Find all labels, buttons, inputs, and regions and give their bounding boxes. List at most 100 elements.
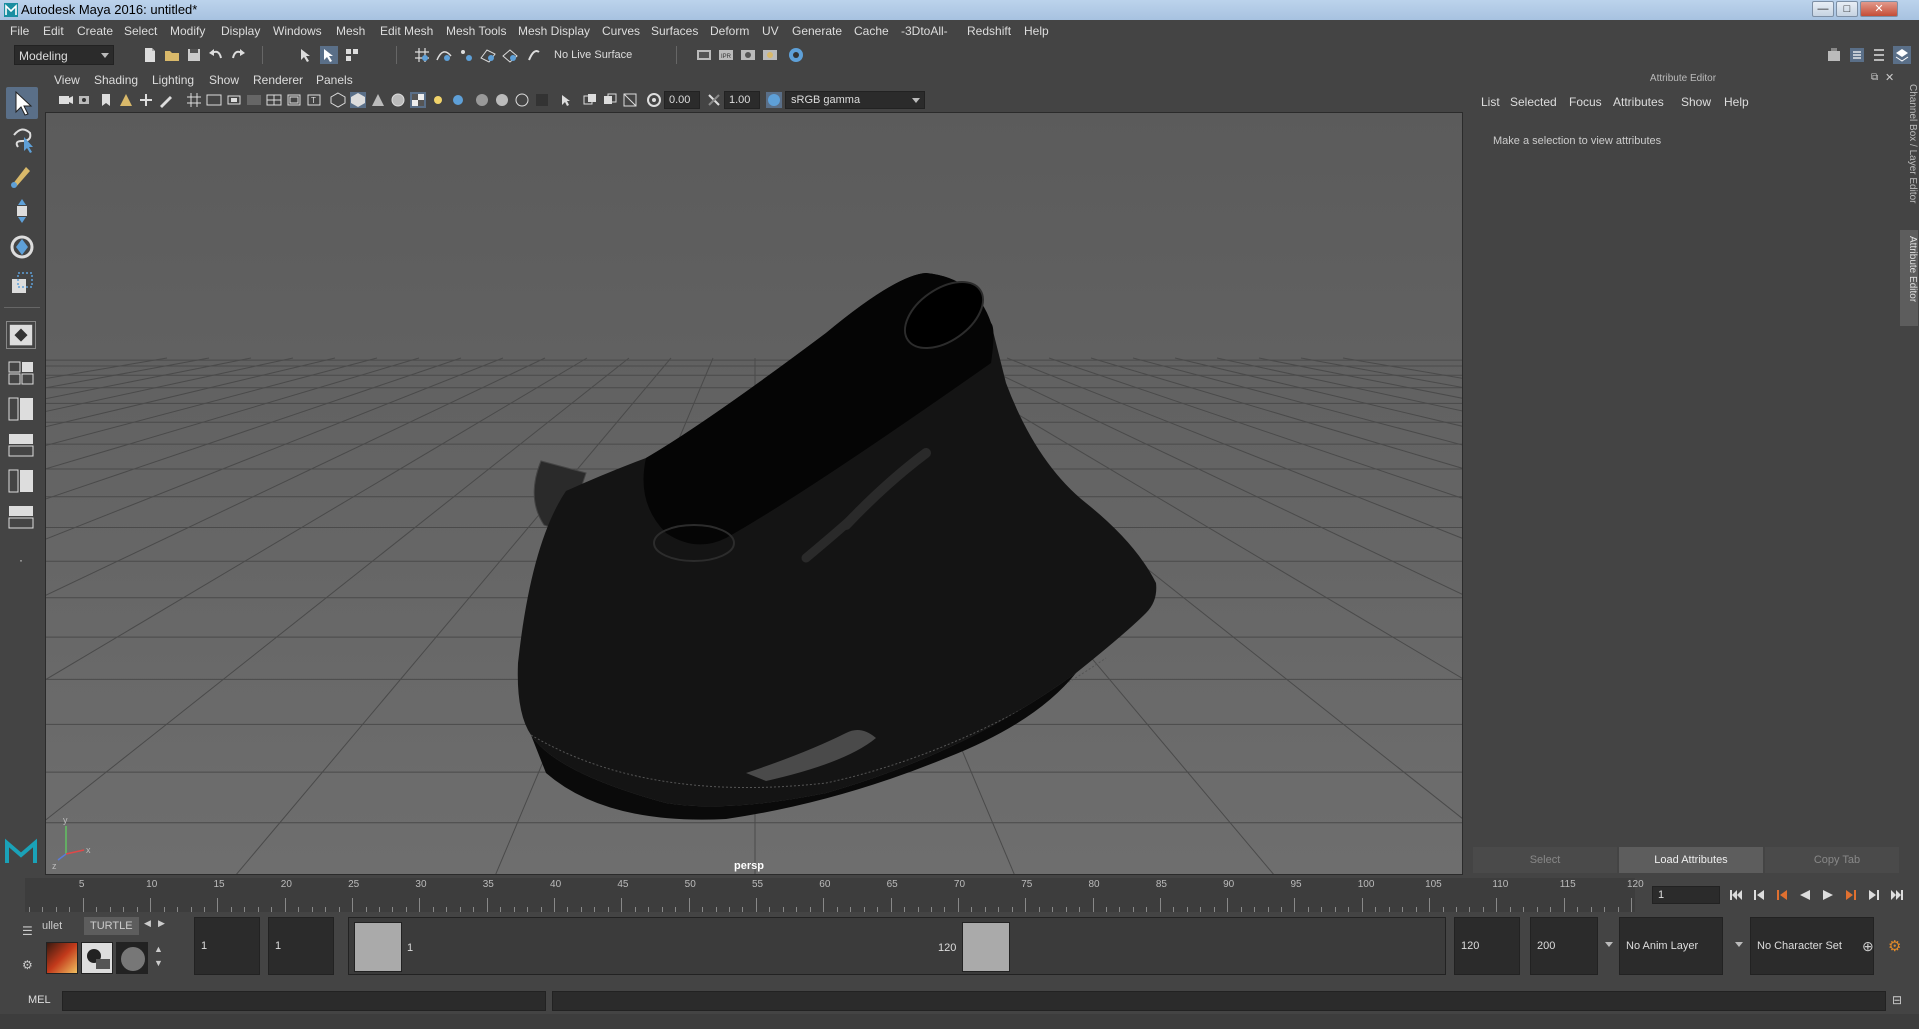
save-scene-icon[interactable] — [185, 46, 203, 64]
wireframe-on-shaded-icon[interactable] — [390, 92, 406, 108]
attr-menu-list[interactable]: List — [1481, 95, 1500, 109]
step-back-key-icon[interactable] — [1751, 887, 1767, 903]
attribute-editor-toggle-icon[interactable] — [1848, 46, 1866, 64]
shelf-tab-bullet[interactable]: ullet — [36, 917, 68, 935]
film-gate-icon[interactable] — [206, 92, 222, 108]
time-slider[interactable]: 5 10 15 20 25 30 35 40 45 50 55 60 65 70 75 80 85 90 95 100… — [25, 878, 1644, 912]
turtle-render-icon[interactable] — [46, 942, 78, 974]
float-panel-icon[interactable]: ⧉ — [1871, 72, 1878, 83]
lasso-tool-icon[interactable] — [6, 123, 38, 155]
select-camera-icon[interactable] — [58, 92, 74, 108]
persp-graph-layout-icon[interactable] — [6, 431, 36, 459]
render-settings-icon[interactable] — [739, 46, 757, 64]
modeling-toolkit-icon[interactable] — [1825, 46, 1843, 64]
undo-icon[interactable] — [207, 46, 225, 64]
menu-deform[interactable]: Deform — [710, 24, 749, 38]
tab-channel-box[interactable]: Channel Box / Layer Editor — [1900, 78, 1918, 220]
gamma-icon[interactable] — [706, 92, 722, 108]
menu-generate[interactable]: Generate — [792, 24, 842, 38]
motion-blur-icon[interactable] — [494, 92, 510, 108]
snap-to-view-plane-icon[interactable] — [479, 46, 497, 64]
xray-joints-icon[interactable] — [602, 92, 618, 108]
redo-icon[interactable] — [229, 46, 247, 64]
menu-cache[interactable]: Cache — [854, 24, 889, 38]
select-tool-icon[interactable] — [6, 87, 38, 119]
shelf-menu-icon[interactable]: ☰ — [22, 924, 33, 938]
menu-help[interactable]: Help — [1024, 24, 1049, 38]
close-panel-icon[interactable]: ✕ — [1885, 71, 1894, 84]
menu-uv[interactable]: UV — [762, 24, 779, 38]
snap-to-grid-icon[interactable] — [413, 46, 431, 64]
mouse-model[interactable] — [517, 268, 1157, 820]
safe-action-icon[interactable] — [286, 92, 302, 108]
attr-menu-selected[interactable]: Selected — [1510, 95, 1557, 109]
playback-end-field[interactable]: 120 — [1454, 917, 1520, 975]
menu-file[interactable]: File — [10, 24, 29, 38]
panel-menu-view[interactable]: View — [54, 73, 80, 87]
menu-edit[interactable]: Edit — [43, 24, 64, 38]
snap-to-curve-icon[interactable] — [435, 46, 453, 64]
panel-menu-lighting[interactable]: Lighting — [152, 73, 194, 87]
range-slider[interactable] — [348, 917, 1446, 975]
turtle-baking-icon[interactable] — [81, 942, 113, 974]
color-management-icon[interactable] — [766, 92, 782, 108]
ipr-render-icon[interactable]: IPR — [717, 46, 735, 64]
view-transform-dropdown[interactable]: sRGB gamma — [785, 91, 925, 109]
shelf-up-icon[interactable]: ▲ — [154, 944, 163, 954]
menu-3dtoall[interactable]: -3DtoAll- — [901, 24, 948, 38]
snap-to-surface-icon[interactable] — [501, 46, 519, 64]
viewport-3d[interactable]: y x z persp — [45, 112, 1463, 875]
go-to-start-icon[interactable] — [1728, 887, 1744, 903]
minimize-button[interactable]: — — [1812, 1, 1834, 17]
command-input[interactable] — [62, 991, 546, 1011]
persp-outliner-layout-icon[interactable] — [6, 395, 36, 423]
attr-menu-attributes[interactable]: Attributes — [1613, 95, 1664, 109]
select-by-component-icon[interactable] — [343, 46, 361, 64]
step-forward-frame-icon[interactable] — [1843, 887, 1859, 903]
channel-box-icon[interactable] — [1893, 46, 1911, 64]
xray-icon[interactable] — [582, 92, 598, 108]
panel-menu-shading[interactable]: Shading — [94, 73, 138, 87]
load-attributes-button[interactable]: Load Attributes — [1619, 847, 1763, 873]
grid-icon[interactable] — [186, 92, 202, 108]
playback-start-field[interactable]: 1 — [268, 917, 334, 975]
menu-mesh-display[interactable]: Mesh Display — [518, 24, 590, 38]
field-chart-icon[interactable] — [266, 92, 282, 108]
image-plane-icon[interactable] — [118, 92, 134, 108]
live-surface-label[interactable]: No Live Surface — [550, 46, 640, 64]
tool-settings-icon[interactable] — [1870, 46, 1888, 64]
menu-select[interactable]: Select — [124, 24, 157, 38]
snap-to-point-icon[interactable] — [457, 46, 475, 64]
move-tool-icon[interactable] — [6, 195, 38, 227]
menu-windows[interactable]: Windows — [273, 24, 322, 38]
camera-attributes-icon[interactable] — [78, 92, 94, 108]
step-back-frame-icon[interactable] — [1774, 887, 1790, 903]
range-start-handle[interactable] — [354, 922, 402, 972]
shadows-icon[interactable] — [450, 92, 466, 108]
animation-preferences-icon[interactable]: ⚙ — [1888, 937, 1901, 955]
menu-mesh-tools[interactable]: Mesh Tools — [446, 24, 506, 38]
render-current-frame-icon[interactable] — [695, 46, 713, 64]
select-by-object-icon[interactable] — [320, 46, 338, 64]
command-language-label[interactable]: MEL — [28, 994, 51, 1006]
step-forward-key-icon[interactable] — [1866, 887, 1882, 903]
menu-surfaces[interactable]: Surfaces — [651, 24, 698, 38]
wireframe-icon[interactable] — [330, 92, 346, 108]
chevron-down-icon[interactable] — [1735, 942, 1743, 947]
attr-menu-focus[interactable]: Focus — [1569, 95, 1602, 109]
render-view-icon[interactable] — [787, 46, 805, 64]
menu-curves[interactable]: Curves — [602, 24, 640, 38]
isolate-select-icon[interactable] — [558, 92, 574, 108]
depth-of-field-icon[interactable] — [534, 92, 550, 108]
gate-mask-icon[interactable] — [246, 92, 262, 108]
default-lighting-icon[interactable] — [370, 92, 386, 108]
panel-menu-renderer[interactable]: Renderer — [253, 73, 303, 87]
persp-uv-layout-icon[interactable] — [6, 503, 36, 531]
shelf-settings-icon[interactable]: ⚙ — [22, 958, 33, 972]
make-live-icon[interactable] — [525, 46, 543, 64]
panel-menu-panels[interactable]: Panels — [316, 73, 353, 87]
menu-redshift[interactable]: Redshift — [967, 24, 1011, 38]
shelf-down-icon[interactable]: ▼ — [154, 958, 163, 968]
toolbox-more-button[interactable]: · — [6, 553, 36, 581]
maximize-button[interactable]: □ — [1836, 1, 1858, 17]
